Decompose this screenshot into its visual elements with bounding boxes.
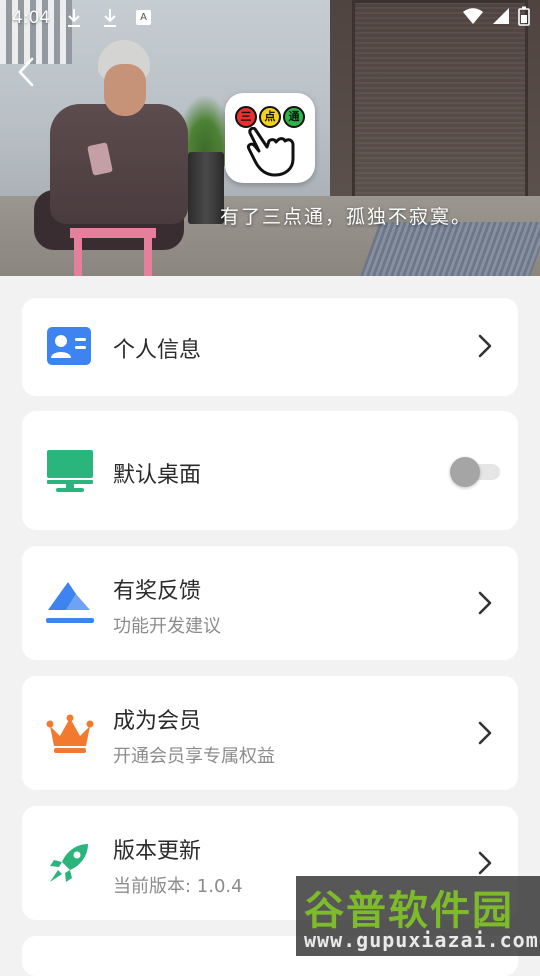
menu-item-title: 个人信息 bbox=[113, 338, 202, 363]
id-card-icon bbox=[46, 326, 92, 370]
back-button[interactable] bbox=[8, 54, 44, 90]
crown-icon bbox=[46, 714, 94, 758]
chevron-right-icon bbox=[478, 591, 492, 619]
menu-item-profile[interactable]: 个人信息 bbox=[22, 298, 518, 396]
chevron-right-icon bbox=[478, 851, 492, 879]
banner-slogan: 有了三点通，孤独不寂寞。 bbox=[220, 206, 473, 228]
banner-mat bbox=[360, 222, 540, 276]
menu-item-title: 默认桌面 bbox=[113, 463, 202, 488]
logo-dot-yellow: 点 bbox=[259, 106, 281, 128]
menu-item-membership[interactable]: 成为会员 开通会员享专属权益 bbox=[22, 676, 518, 790]
cellular-icon bbox=[493, 8, 509, 24]
menu-item-title: 版本更新 bbox=[113, 839, 202, 864]
app-logo: 三 点 通 bbox=[225, 93, 315, 183]
menu-item-title: 成为会员 bbox=[113, 709, 202, 734]
banner-stool bbox=[70, 228, 156, 276]
menu-item-subtitle: 功能开发建议 bbox=[113, 616, 221, 637]
pointing-hand-icon bbox=[247, 127, 295, 177]
status-time: 4:04 bbox=[12, 8, 51, 28]
menu-item-subtitle: 开通会员享专属权益 bbox=[113, 746, 275, 767]
rocket-icon bbox=[46, 840, 92, 890]
download-icon bbox=[66, 8, 82, 33]
logo-dot-green: 通 bbox=[283, 106, 305, 128]
menu-item-feedback[interactable]: 有奖反馈 功能开发建议 bbox=[22, 546, 518, 660]
download-icon bbox=[102, 8, 118, 33]
monitor-icon bbox=[46, 449, 94, 497]
logo-dot-red: 三 bbox=[235, 106, 257, 128]
notification-badge: A bbox=[136, 10, 151, 25]
header-banner: 三 点 通 有了三点通，孤独不寂寞。 bbox=[0, 0, 540, 276]
chevron-right-icon bbox=[478, 721, 492, 749]
watermark-url: www.gupuxiazai.com bbox=[304, 928, 539, 952]
menu-item-title: 有奖反馈 bbox=[113, 579, 202, 604]
battery-icon bbox=[518, 6, 530, 26]
envelope-icon bbox=[46, 580, 94, 630]
chevron-right-icon bbox=[478, 334, 492, 362]
watermark: 谷普软件园 www.gupuxiazai.com bbox=[296, 876, 540, 956]
menu-item-default-desktop: 默认桌面 bbox=[22, 411, 518, 530]
wifi-icon bbox=[463, 8, 483, 24]
menu-item-subtitle: 当前版本: 1.0.4 bbox=[113, 876, 243, 897]
chevron-left-icon bbox=[18, 57, 34, 87]
status-bar: 4:04 A bbox=[0, 0, 540, 36]
default-desktop-toggle[interactable] bbox=[450, 457, 500, 487]
